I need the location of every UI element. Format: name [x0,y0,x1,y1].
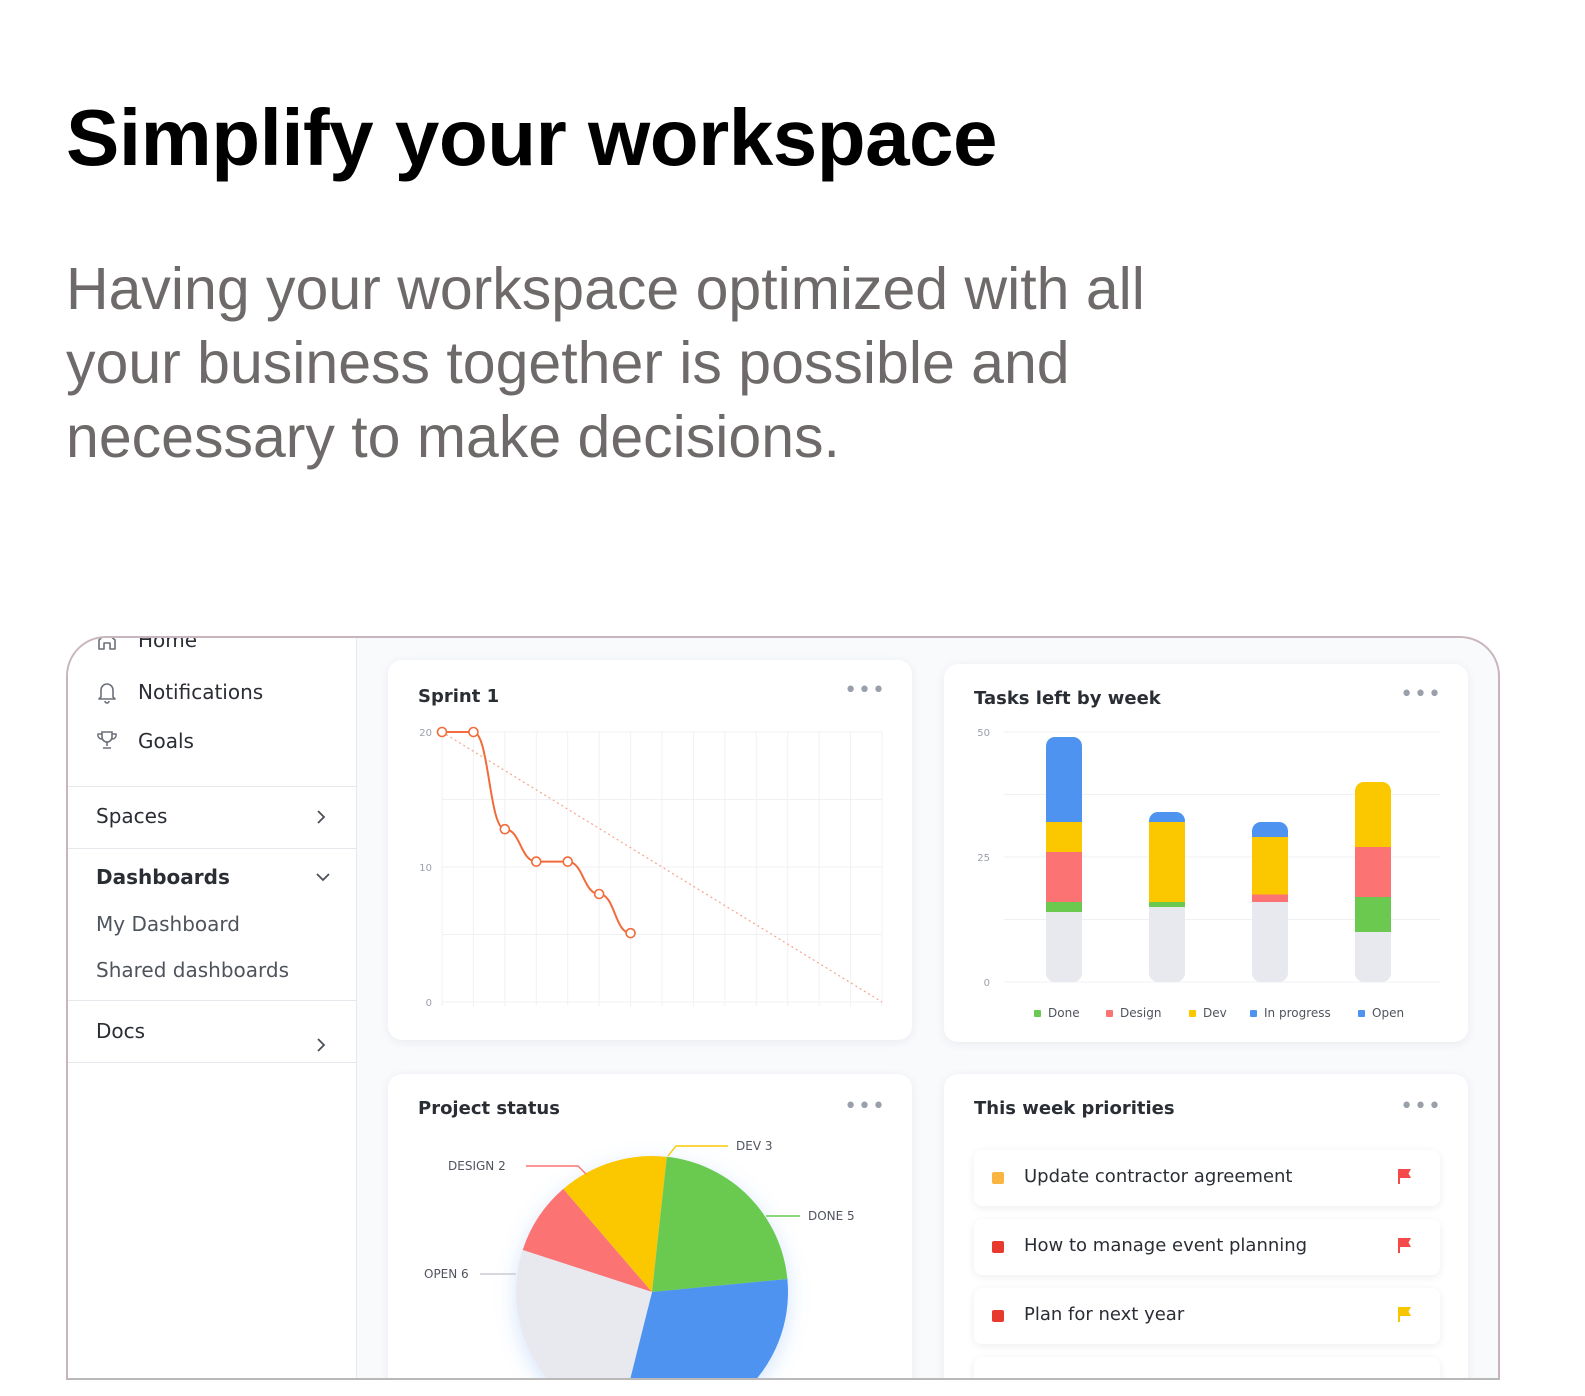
flag-icon[interactable] [1396,1167,1414,1185]
app-window: Home Notifications Goals Spaces Dashboar… [66,636,1500,1380]
bar-segment [1149,822,1185,902]
sidebar-divider [68,786,356,787]
more-menu-icon[interactable]: ••• [1400,1096,1442,1118]
tasks-bar-chart: 0 25 50 Done Design Dev In progress Open [977,728,1440,1020]
legend-label: Dev [1203,1006,1227,1020]
priority-text: Update contractor agreement [1024,1166,1293,1187]
bar-segment [1046,852,1082,902]
project-status-card: Project status ••• DESIGN 2 DEV 3 DONE 5 OP… [388,1074,912,1378]
sidebar-divider [68,1062,356,1063]
bar-segment [1355,782,1391,847]
sprint-card: Sprint 1 ••• 0 10 20 [388,660,912,1040]
bar-segment [1252,822,1288,837]
data-point [468,726,479,738]
sidebar-divider [68,1000,356,1001]
y-tick-label: 50 [977,728,990,739]
priority-item[interactable]: How to manage event planning [974,1219,1440,1275]
bar-segment [1046,822,1082,852]
bar-segment [1252,894,1288,902]
status-dot [992,1310,1004,1322]
sidebar-dashboards[interactable]: Dashboards [96,865,230,889]
chevron-right-icon[interactable] [314,1036,328,1054]
pie-label: DEV 3 [736,1139,772,1153]
bell-icon [98,683,116,704]
trophy-icon [97,731,117,749]
y-tick-label: 20 [419,728,432,739]
sidebar-item-shared-dashboards[interactable]: Shared dashboards [96,958,289,982]
bar-group [1355,782,1391,982]
tasks-card: Tasks left by week ••• 0 25 50 Done Design De… [944,664,1468,1042]
sidebar-item-goals[interactable]: Goals [68,727,356,761]
sidebar-item-label: Goals [138,729,194,753]
legend-label: Open [1372,1006,1404,1020]
bar-segment [1355,932,1391,982]
bar-segment [1252,837,1288,895]
card-title: This week priorities [974,1098,1175,1119]
hero-subtitle: Having your workspace optimized with all… [66,256,1145,470]
data-point [436,726,448,738]
project-status-pie-chart: DESIGN 2 DEV 3 DONE 5 OPEN 6 [424,1139,855,1378]
legend-swatch [1106,1010,1113,1017]
pie-label: DONE 5 [808,1209,855,1223]
bar-segment [1252,902,1288,982]
sidebar-divider [68,848,356,849]
pie-leader-line [667,1145,728,1157]
bar-group [1046,737,1082,982]
pie-label: OPEN 6 [424,1267,469,1281]
pie-group [516,1156,788,1378]
data-point [530,856,542,867]
legend-swatch [1250,1010,1257,1017]
priority-text: Plan for next year [1024,1304,1185,1325]
legend-label: Done [1048,1006,1080,1020]
priority-item[interactable]: Plan for next year [974,1288,1440,1344]
home-icon [98,638,116,650]
status-dot [992,1172,1004,1184]
bar-segment [1149,902,1185,907]
priority-text: How to manage event planning [1024,1235,1308,1256]
sidebar-item-my-dashboard[interactable]: My Dashboard [96,912,240,936]
legend-swatch [1189,1010,1196,1017]
hero-title: Simplify your workspace [66,93,998,182]
chevron-right-icon[interactable] [314,808,328,826]
bar-segment [1149,812,1185,822]
flag-icon[interactable] [1396,1236,1414,1254]
data-point [593,888,605,900]
data-point [499,823,511,835]
chevron-down-icon[interactable] [314,870,332,884]
bar-segment [1355,847,1391,897]
legend-swatch [1358,1010,1365,1017]
pie-label: DESIGN 2 [448,1159,506,1173]
priority-item[interactable] [974,1357,1440,1378]
legend-label: In progress [1264,1006,1331,1020]
sidebar-item-notifications[interactable]: Notifications [68,678,356,712]
bar-segment [1149,907,1185,982]
bar-segment [1046,912,1082,982]
sidebar-spaces[interactable]: Spaces [96,804,167,828]
pie-leader-line [526,1165,587,1175]
y-tick-label: 0 [426,998,432,1009]
y-tick-label: 25 [977,853,990,864]
y-tick-label: 0 [984,978,990,989]
bar-group [1252,822,1288,982]
sprint-burndown-chart: 0 10 20 [419,726,883,1009]
y-tick-label: 10 [419,863,432,874]
priority-item[interactable]: Update contractor agreement [974,1150,1440,1206]
pie-slice [652,1156,788,1292]
data-point [625,927,636,939]
bar-segment [1046,902,1082,912]
flag-icon[interactable] [1396,1305,1414,1323]
sidebar-item-label: Home [138,636,198,652]
legend-swatch [1034,1010,1041,1017]
data-point [562,856,574,867]
status-dot [992,1241,1004,1253]
sidebar: Home Notifications Goals Spaces Dashboar… [68,638,357,1378]
priorities-card: This week priorities ••• Update contract… [944,1074,1468,1378]
bar-segment [1046,737,1082,822]
sidebar-item-home[interactable]: Home [68,636,356,662]
sidebar-item-label: Notifications [138,680,264,704]
legend-label: Design [1120,1006,1161,1020]
sidebar-docs[interactable]: Docs [96,1019,145,1043]
bar-segment [1355,897,1391,932]
bar-group [1149,812,1185,982]
